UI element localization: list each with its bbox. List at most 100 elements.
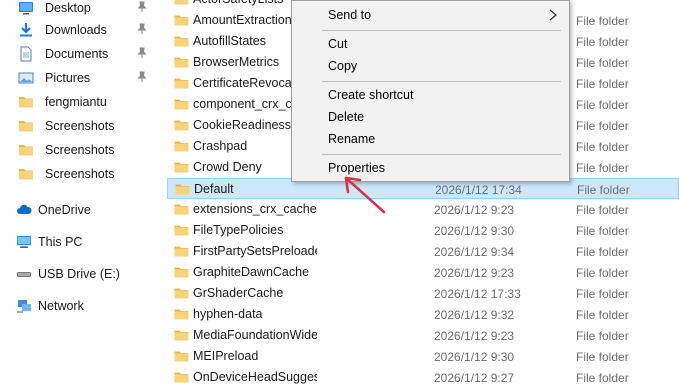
file-row[interactable]: FirstPartySetsPreloaded 2026/1/12 9:34 Fil… (167, 241, 679, 262)
folder-icon (174, 204, 189, 215)
folder-icon (174, 288, 189, 299)
file-type: File folder (576, 161, 629, 175)
menu-item-label: Send to (328, 8, 372, 22)
menu-item-label: Create shortcut (328, 88, 414, 102)
menu-item-send-to[interactable]: Send to (293, 4, 568, 26)
file-type: File folder (576, 140, 629, 154)
folder-icon (18, 142, 34, 158)
sidebar-item-screenshots[interactable]: Screenshots (0, 163, 160, 185)
download-icon (18, 22, 34, 38)
menu-item-label: Rename (328, 132, 376, 146)
sidebar-item-label: Screenshots (45, 167, 115, 181)
file-type: File folder (576, 224, 629, 238)
file-row[interactable]: GraphiteDawnCache 2026/1/12 9:23 File fold… (167, 262, 679, 283)
folder-icon (174, 120, 189, 131)
file-type: File folder (576, 371, 629, 385)
sidebar-item-label: fengmiantu (45, 95, 107, 109)
menu-item-label: Cut (328, 37, 348, 51)
file-date: 2026/1/12 9:32 (434, 308, 515, 322)
sidebar-item-downloads[interactable]: Downloads (0, 19, 160, 41)
menu-item-delete[interactable]: Delete (293, 106, 568, 128)
file-type: File folder (576, 98, 629, 112)
file-name: FileTypePolicies (193, 223, 284, 237)
folder-icon (18, 94, 34, 110)
menu-item-rename[interactable]: Rename (293, 128, 568, 150)
usb-drive-icon (16, 266, 32, 282)
pin-icon (137, 47, 147, 58)
file-row[interactable]: extensions_crx_cache 2026/1/12 9:23 File f… (167, 199, 679, 220)
file-name: Default (194, 182, 234, 196)
sidebar-item-label: Documents (45, 47, 109, 61)
file-type: File folder (576, 35, 629, 49)
sidebar-item-onedrive[interactable]: OneDrive (0, 199, 160, 221)
menu-item-properties[interactable]: Properties (293, 157, 568, 179)
folder-icon (174, 78, 189, 89)
file-name: FirstPartySetsPreloaded (193, 244, 317, 258)
sidebar-item-desktop[interactable]: Desktop (0, 0, 160, 19)
file-name: GrShaderCache (193, 286, 284, 300)
folder-icon (174, 246, 189, 257)
sidebar-item-label: Downloads (45, 23, 107, 37)
folder-icon (174, 330, 189, 341)
file-name: MediaFoundationWidevineCdm (193, 328, 317, 342)
cloud-icon (16, 202, 32, 218)
folder-icon (174, 162, 189, 173)
sidebar-item-label: USB Drive (E:) (38, 267, 120, 281)
folder-icon (174, 351, 189, 362)
sidebar-item-screenshots[interactable]: Screenshots (0, 139, 160, 161)
file-date: 2026/1/12 9:23 (434, 329, 515, 343)
folder-icon (18, 118, 34, 134)
monitor-icon (16, 234, 32, 250)
file-name: hyphen-data (193, 307, 263, 321)
file-row[interactable]: FileTypePolicies 2026/1/12 9:30 File folde… (167, 220, 679, 241)
file-date: 2026/1/12 9:27 (434, 371, 515, 385)
file-row[interactable]: hyphen-data 2026/1/12 9:32 File folder (167, 304, 679, 325)
sidebar-item-documents[interactable]: Documents (0, 43, 160, 65)
file-type: File folder (576, 56, 629, 70)
menu-separator (322, 81, 561, 82)
sidebar-item-screenshots[interactable]: Screenshots (0, 115, 160, 137)
file-type: File folder (576, 266, 629, 280)
file-name: MEIPreload (193, 349, 259, 363)
menu-item-create-shortcut[interactable]: Create shortcut (293, 84, 568, 106)
document-icon (18, 46, 34, 62)
sidebar-item-usb-drive-e[interactable]: USB Drive (E:) (0, 263, 160, 285)
context-menu: Send to Cut Copy Create shortcut Delete … (291, 0, 570, 182)
sidebar-item-network[interactable]: Network (0, 295, 160, 317)
folder-icon (174, 0, 189, 5)
file-date: 2026/1/12 9:30 (434, 224, 515, 238)
file-name: extensions_crx_cache (193, 202, 317, 216)
file-row[interactable]: MEIPreload 2026/1/12 9:30 File folder (167, 346, 679, 367)
sidebar-item-pictures[interactable]: Pictures (0, 67, 160, 89)
sidebar-item-label: Pictures (45, 71, 91, 85)
sidebar-item-this-pc[interactable]: This PC (0, 231, 160, 253)
sidebar-item-fengmiantu[interactable]: fengmiantu (0, 91, 160, 113)
file-type: File folder (577, 183, 630, 197)
file-date: 2026/1/12 17:33 (434, 287, 521, 301)
file-type: File folder (576, 350, 629, 364)
pictures-icon (18, 70, 34, 86)
folder-icon (175, 184, 190, 195)
sidebar-item-label: Desktop (45, 1, 91, 15)
sidebar-item-label: Screenshots (45, 143, 115, 157)
menu-item-label: Copy (328, 59, 358, 73)
sidebar-item-label: OneDrive (38, 203, 91, 217)
file-date: 2026/1/12 9:30 (434, 350, 515, 364)
file-row[interactable]: MediaFoundationWidevineCdm 2026/1/12 9:23… (167, 325, 679, 346)
pin-icon (137, 1, 147, 12)
file-type: File folder (576, 119, 629, 133)
file-row[interactable]: GrShaderCache 2026/1/12 17:33 File folder (167, 283, 679, 304)
menu-item-copy[interactable]: Copy (293, 55, 568, 77)
navigation-pane: Desktop Downloads Documents Pictures fengmia… (0, 0, 163, 382)
file-type: File folder (576, 287, 629, 301)
chevron-right-icon (549, 9, 557, 21)
sidebar-item-label: Network (38, 299, 84, 313)
file-row[interactable]: OnDeviceHeadSuggestModel2026/1/12 9:27Fi… (167, 367, 679, 388)
menu-item-label: Delete (328, 110, 365, 124)
folder-icon (18, 166, 34, 182)
pin-icon (137, 23, 147, 34)
menu-separator (322, 30, 561, 31)
file-name: GraphiteDawnCache (193, 265, 310, 279)
sidebar-item-label: This PC (38, 235, 83, 249)
menu-item-cut[interactable]: Cut (293, 33, 568, 55)
